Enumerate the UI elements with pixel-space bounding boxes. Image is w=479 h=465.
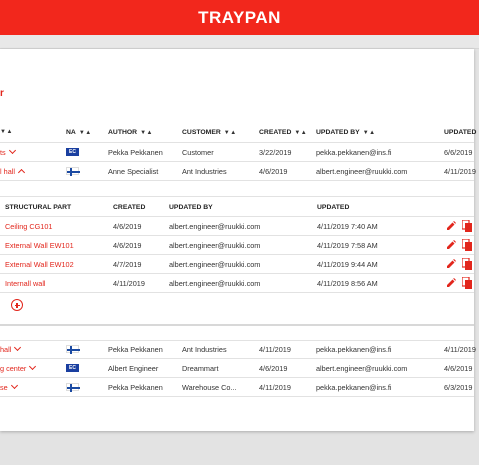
divider bbox=[0, 142, 474, 143]
edit-icon[interactable] bbox=[446, 240, 456, 250]
eu-flag-icon: EC bbox=[66, 148, 79, 156]
divider bbox=[0, 340, 474, 341]
divider bbox=[0, 273, 474, 274]
divider bbox=[0, 216, 474, 217]
expand-chevron-icon[interactable] bbox=[14, 343, 22, 352]
customer-cell: Ant Industries bbox=[182, 345, 227, 354]
updated-cell: 4/11/2019 7:58 AM bbox=[317, 241, 378, 250]
divider bbox=[0, 377, 474, 378]
created-cell: 4/11/2019 bbox=[259, 345, 291, 354]
divider bbox=[0, 196, 474, 197]
app-title: TRAYPAN bbox=[198, 7, 281, 27]
part-name-link[interactable]: External Wall EW101 bbox=[5, 241, 74, 250]
divider bbox=[0, 161, 474, 162]
divider bbox=[0, 396, 474, 397]
copy-icon[interactable] bbox=[462, 220, 472, 232]
edit-icon[interactable] bbox=[446, 259, 456, 269]
col-part-created: CREATED bbox=[113, 204, 146, 211]
customer-cell: Warehouse Co... bbox=[182, 383, 237, 392]
updated-by-cell: albert.engineer@ruukki.com bbox=[316, 167, 408, 176]
copy-icon[interactable] bbox=[462, 258, 472, 270]
app-header: TRAYPAN bbox=[0, 0, 479, 35]
copy-icon[interactable] bbox=[462, 277, 472, 289]
divider bbox=[0, 358, 474, 359]
col-customer[interactable]: CUSTOMER ▼▲ bbox=[182, 129, 237, 136]
sub-toolbar bbox=[0, 35, 479, 49]
updated-cell: 4/11/2019 bbox=[444, 345, 476, 354]
updated-cell: 6/3/2019 bbox=[444, 383, 473, 392]
created-cell: 3/22/2019 bbox=[259, 148, 292, 157]
add-part-plus-icon[interactable] bbox=[11, 299, 23, 311]
author-cell: Pekka Pekkanen bbox=[108, 345, 163, 354]
updated-cell: 4/11/2019 8:56 AM bbox=[317, 279, 378, 288]
col-author[interactable]: AUTHOR ▼▲ bbox=[108, 129, 153, 136]
author-cell: Pekka Pekkanen bbox=[108, 383, 163, 392]
updated-cell: 4/6/2019 bbox=[444, 364, 473, 373]
col-part-updated: UPDATED bbox=[317, 204, 350, 211]
updated-by-cell: pekka.pekkanen@ins.fi bbox=[316, 383, 392, 392]
sort-name-toggle[interactable]: ▼▲ bbox=[0, 129, 13, 135]
author-cell: Pekka Pekkanen bbox=[108, 148, 163, 157]
col-structural-part: STRUCTURAL PART bbox=[5, 204, 72, 211]
divider bbox=[0, 292, 474, 293]
project-name-link[interactable]: l hall bbox=[0, 167, 26, 177]
col-na[interactable]: NA ▼▲ bbox=[66, 129, 92, 136]
project-name-link[interactable]: ts bbox=[0, 146, 16, 157]
created-cell: 4/6/2019 bbox=[259, 167, 288, 176]
project-name-link[interactable]: g center bbox=[0, 362, 37, 373]
updated-cell: 6/6/2019 bbox=[444, 148, 473, 157]
collapse-chevron-icon[interactable] bbox=[17, 168, 26, 177]
finland-flag-icon bbox=[66, 345, 80, 354]
col-updated[interactable]: UPDATED bbox=[444, 129, 476, 136]
created-cell: 4/11/2019 bbox=[259, 383, 291, 392]
divider bbox=[0, 235, 474, 236]
updated-cell: 4/11/2019 bbox=[444, 167, 476, 176]
finland-flag-icon bbox=[66, 167, 80, 176]
edit-icon[interactable] bbox=[446, 278, 456, 288]
updated-by-cell: albert.engineer@ruukki.com bbox=[316, 364, 408, 373]
created-cell: 4/6/2019 bbox=[113, 241, 142, 250]
updated-by-cell: albert.engineer@ruukki.com bbox=[169, 241, 261, 250]
expand-chevron-icon[interactable] bbox=[29, 362, 37, 371]
part-name-link[interactable]: Internall wall bbox=[5, 279, 46, 288]
edit-icon[interactable] bbox=[446, 221, 456, 231]
created-cell: 4/7/2019 bbox=[113, 260, 142, 269]
project-name-link[interactable]: hall bbox=[0, 343, 22, 354]
finland-flag-icon bbox=[66, 383, 80, 392]
eu-flag-icon: EC bbox=[66, 364, 79, 372]
updated-cell: 4/11/2019 9:44 AM bbox=[317, 260, 378, 269]
created-cell: 4/11/2019 bbox=[113, 279, 145, 288]
divider bbox=[0, 254, 474, 255]
author-cell: Anne Specialist bbox=[108, 167, 159, 176]
updated-cell: 4/11/2019 7:40 AM bbox=[317, 222, 378, 231]
updated-by-cell: pekka.pekkanen@ins.fi bbox=[316, 148, 392, 157]
customer-cell: Dreammart bbox=[182, 364, 219, 373]
updated-by-cell: pekka.pekkanen@ins.fi bbox=[316, 345, 392, 354]
customer-cell: Customer bbox=[182, 148, 214, 157]
section-divider bbox=[0, 324, 474, 326]
col-part-updated-by: UPDATED BY bbox=[169, 204, 213, 211]
copy-icon[interactable] bbox=[462, 239, 472, 251]
customer-cell: Ant Industries bbox=[182, 167, 227, 176]
divider bbox=[0, 180, 474, 181]
expand-chevron-icon[interactable] bbox=[8, 146, 16, 155]
created-cell: 4/6/2019 bbox=[259, 364, 288, 373]
author-cell: Albert Engineer bbox=[108, 364, 159, 373]
part-name-link[interactable]: External Wall EW102 bbox=[5, 260, 74, 269]
part-name-link[interactable]: Ceiling CG101 bbox=[5, 222, 52, 231]
project-name-link[interactable]: se bbox=[0, 381, 18, 392]
expand-chevron-icon[interactable] bbox=[10, 381, 18, 390]
section-title-fragment: r bbox=[0, 88, 4, 99]
updated-by-cell: albert.engineer@ruukki.com bbox=[169, 260, 261, 269]
col-updated-by[interactable]: UPDATED BY ▼▲ bbox=[316, 129, 376, 136]
updated-by-cell: albert.engineer@ruukki.com bbox=[169, 279, 261, 288]
created-cell: 4/6/2019 bbox=[113, 222, 142, 231]
col-created[interactable]: CREATED ▼▲ bbox=[259, 129, 307, 136]
projects-card bbox=[0, 49, 474, 431]
updated-by-cell: albert.engineer@ruukki.com bbox=[169, 222, 261, 231]
